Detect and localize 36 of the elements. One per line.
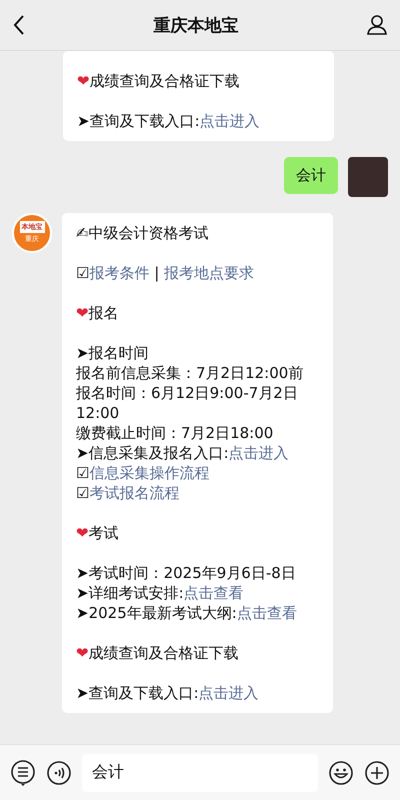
message-line: ✍中级会计资格考试 — [76, 223, 210, 243]
emoji-icon[interactable] — [328, 760, 354, 786]
message-line: 报名时间：6月12日9:00-7月2日 12:00 — [76, 383, 299, 423]
link[interactable]: 点击进入 — [228, 444, 289, 462]
link[interactable]: 报考地点要求 — [164, 264, 254, 282]
link[interactable]: 点击进入 — [200, 112, 260, 130]
link[interactable]: 点击查看 — [236, 604, 297, 622]
link[interactable]: 点击进入 — [198, 684, 259, 702]
message-line: 缴费截止时间：7月2日18:00 — [76, 423, 274, 443]
profile-button[interactable] — [366, 14, 388, 36]
link[interactable]: 信息采集操作流程 — [89, 464, 210, 482]
menu-icon[interactable] — [10, 758, 36, 786]
message-line: ❤报名 — [76, 303, 120, 323]
message-line: ❤成绩查询及合格证下载 — [77, 71, 241, 91]
message-line: ☑信息采集操作流程 — [76, 463, 210, 483]
message-input[interactable]: 会计 — [82, 754, 318, 792]
link[interactable]: 考试报名流程 — [89, 484, 180, 502]
message-line: ➤报名时间 — [76, 343, 150, 363]
message-line: 报名前信息采集：7月2日12:00前 — [76, 363, 304, 383]
link[interactable]: 报考条件 — [89, 264, 150, 282]
message-line: ➤信息采集及报名入口:点击进入 — [76, 443, 290, 463]
message-line: ➤查询及下载入口:点击进入 — [76, 683, 260, 703]
link[interactable]: 点击查看 — [184, 584, 244, 602]
back-button[interactable] — [12, 14, 26, 36]
message-line: ➤2025年最新考试大纲:点击查看 — [76, 603, 298, 623]
chat-title: 重庆本地宝 — [154, 14, 238, 36]
message-line: ➤考试时间：2025年9月6日-8日 — [76, 563, 297, 583]
message-line: ☑考试报名流程 — [76, 483, 180, 503]
add-icon[interactable] — [364, 760, 390, 786]
message-line: ☑报考条件 | 报考地点要求 — [76, 263, 256, 283]
message-line: ❤考试 — [76, 523, 120, 543]
message-line: ➤查询及下载入口:点击进入 — [77, 111, 261, 131]
voice-icon[interactable] — [46, 760, 72, 786]
message-line: ➤详细考试安排:点击查看 — [76, 583, 245, 603]
message-bubble: 会计 — [284, 157, 338, 194]
message-line: ❤成绩查询及合格证下载 — [76, 643, 240, 663]
